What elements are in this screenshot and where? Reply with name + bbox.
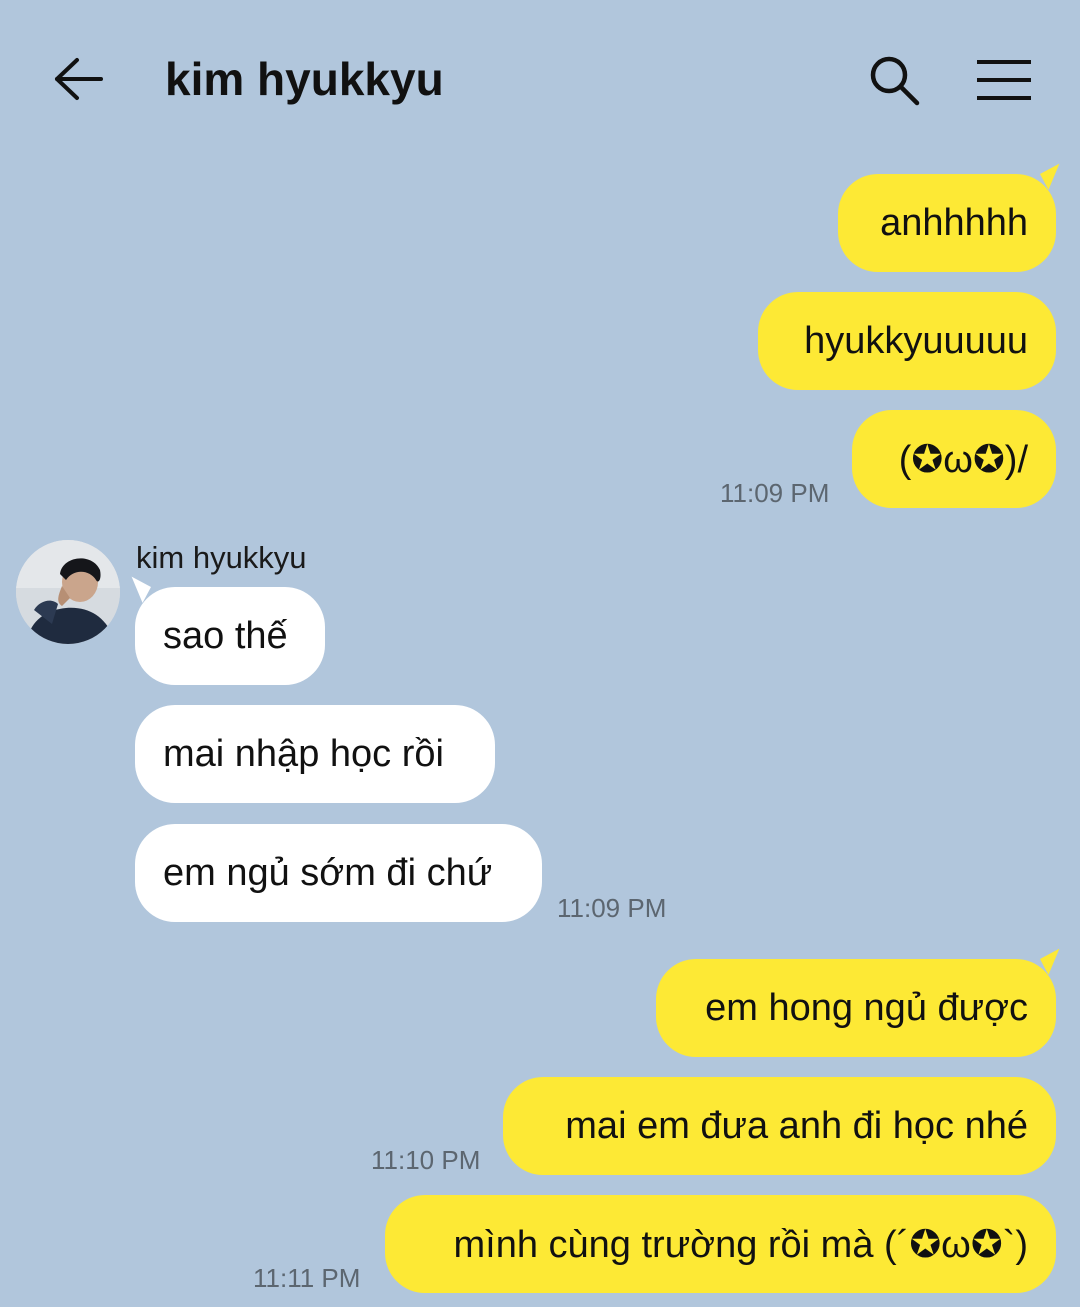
message-bubble-outgoing[interactable]: (✪ω✪)/ [852, 410, 1056, 508]
message-text: sao thế [163, 614, 288, 657]
message-text: mai nhập học rồi [163, 732, 444, 775]
message-text: mai em đưa anh đi học nhé [565, 1104, 1028, 1147]
message-timestamp: 11:11 PM [253, 1263, 361, 1293]
menu-button[interactable] [970, 52, 1038, 108]
message-timestamp: 11:10 PM [371, 1145, 481, 1175]
sender-name: kim hyukkyu [136, 540, 307, 575]
message-bubble-incoming[interactable]: mai nhập học rồi [135, 705, 495, 803]
arrow-left-icon [55, 58, 103, 100]
chat-title: kim hyukkyu [165, 53, 444, 105]
message-text: anhhhhh [880, 201, 1028, 244]
search-button[interactable] [864, 50, 924, 110]
profile-photo [16, 540, 120, 644]
back-button[interactable] [48, 48, 110, 110]
message-timestamp: 11:09 PM [557, 893, 667, 923]
message-timestamp: 11:09 PM [720, 478, 830, 508]
message-bubble-outgoing[interactable]: mình cùng trường rồi mà (´✪ω✪`) [385, 1195, 1056, 1293]
message-bubble-incoming[interactable]: em ngủ sớm đi chứ [135, 824, 542, 922]
hamburger-menu-icon [977, 60, 1031, 100]
message-text: (✪ω✪)/ [898, 438, 1028, 481]
message-text: hyukkyuuuuu [804, 319, 1028, 362]
search-icon [870, 56, 920, 106]
message-text: em ngủ sớm đi chứ [163, 851, 493, 894]
message-text: em hong ngủ được [705, 986, 1028, 1029]
message-bubble-outgoing[interactable]: mai em đưa anh đi học nhé [503, 1077, 1056, 1175]
avatar[interactable] [16, 540, 120, 644]
message-bubble-outgoing[interactable]: em hong ngủ được [656, 959, 1056, 1057]
message-bubble-outgoing[interactable]: hyukkyuuuuu [758, 292, 1056, 390]
message-text: mình cùng trường rồi mà (´✪ω✪`) [453, 1223, 1029, 1266]
chat-header: kim hyukkyu [0, 0, 1080, 150]
message-bubble-outgoing[interactable]: anhhhhh [838, 174, 1056, 272]
message-bubble-incoming[interactable]: sao thế [135, 587, 325, 685]
